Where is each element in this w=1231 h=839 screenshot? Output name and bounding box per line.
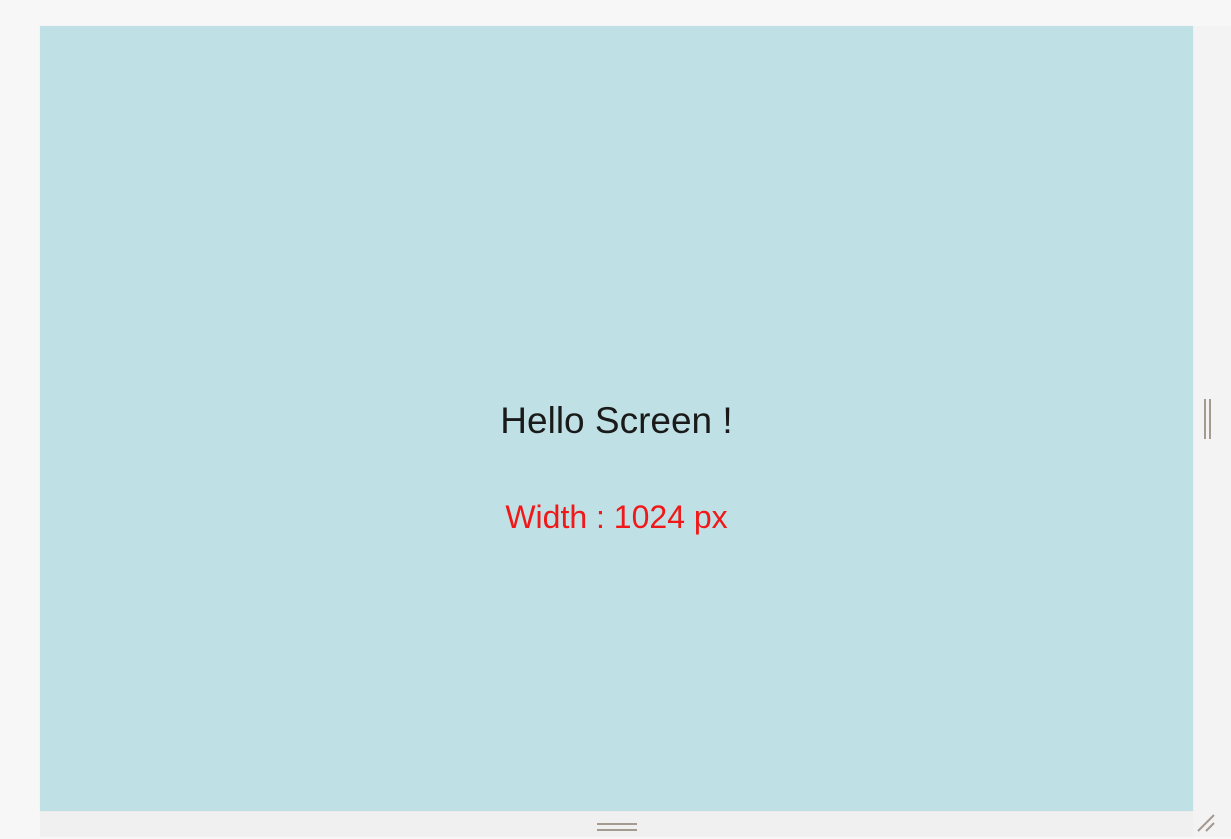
corner-grip-line [1205, 822, 1215, 832]
corner-resize-grip-icon[interactable] [1195, 812, 1217, 834]
responsive-viewport: Hello Screen ! Width : 1024 px [40, 26, 1193, 811]
bottom-resize-handle-bar [597, 823, 637, 825]
viewport-content: Hello Screen ! Width : 1024 px [40, 26, 1193, 811]
right-resize-handle-bar [1209, 399, 1211, 439]
right-resize-handle[interactable] [1202, 399, 1212, 439]
hello-heading: Hello Screen ! [500, 400, 733, 441]
viewport-width-readout: Width : 1024 px [505, 499, 728, 535]
right-resize-handle-bar [1204, 399, 1206, 439]
corner-grip-line [1197, 814, 1215, 832]
corner-resize-grip-svg [1197, 814, 1215, 832]
right-gutter [1193, 26, 1231, 837]
bottom-resize-handle[interactable] [597, 821, 637, 833]
bottom-resize-handle-bar [597, 829, 637, 831]
